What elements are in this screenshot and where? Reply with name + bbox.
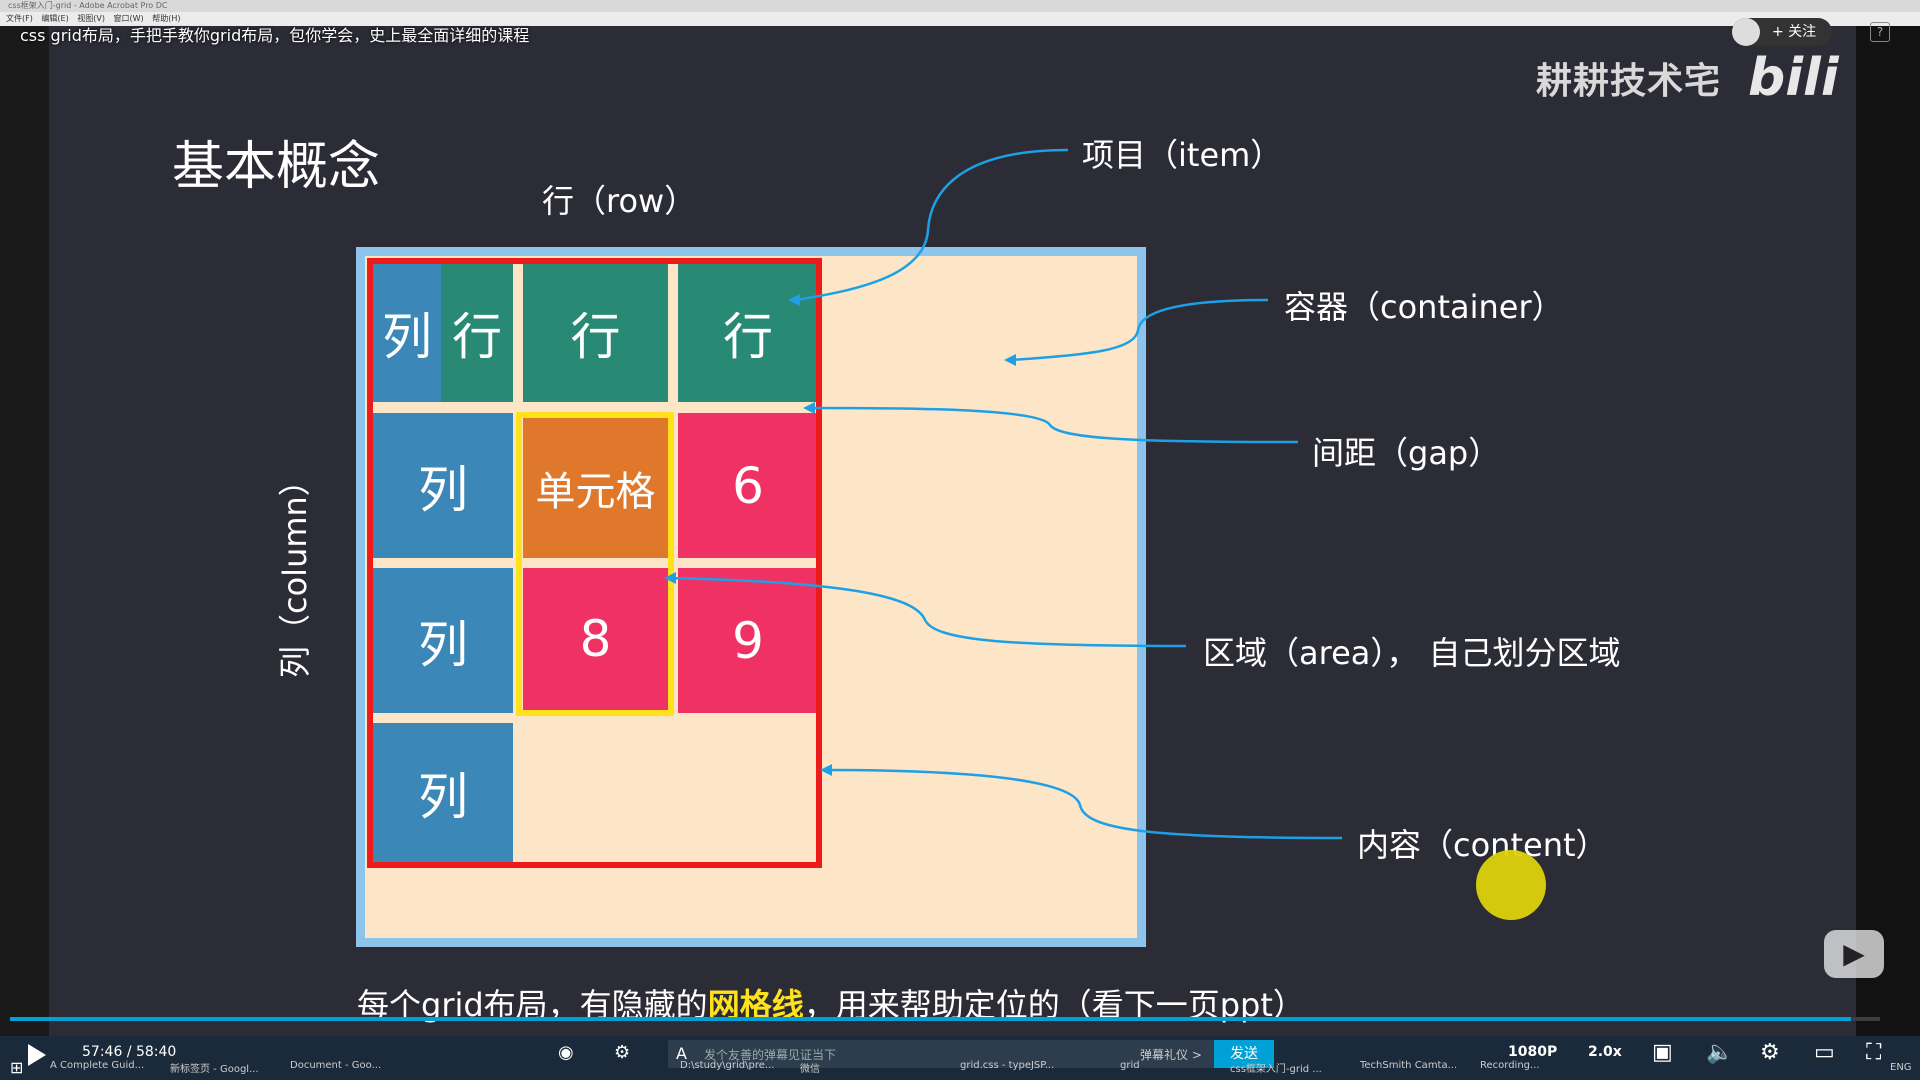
taskbar-item-1[interactable]: A Complete Guid...	[50, 1060, 144, 1071]
taskbar-item-7[interactable]: grid	[1120, 1060, 1140, 1071]
uploader-avatar[interactable]	[1732, 18, 1760, 46]
follow-button[interactable]: + 关注	[1732, 18, 1832, 46]
slide-title: 基本概念	[172, 137, 381, 197]
taskbar-item-8[interactable]: css框架入门-grid ...	[1230, 1060, 1322, 1075]
taskbar-item-3[interactable]: Document - Goo...	[290, 1060, 381, 1071]
taskbar-item-4[interactable]: D:\study\grid\pre...	[680, 1060, 774, 1071]
video-title: css grid布局，手把手教你grid布局，包你学会，史上最全面详细的课程	[20, 26, 530, 45]
callout-container: 容器（container）	[1284, 288, 1564, 326]
danmaku-toggle-icon[interactable]: ◉	[558, 1042, 574, 1063]
subtitle-off-icon[interactable]: ▣	[1652, 1040, 1673, 1065]
volume-icon[interactable]: 🔈	[1706, 1040, 1733, 1065]
taskbar-item-2[interactable]: 新标签页 - Googl...	[170, 1060, 259, 1075]
mouse-cursor-highlight	[1476, 850, 1546, 920]
danmaku-etiquette-link[interactable]: 弹幕礼仪 >	[1140, 1046, 1202, 1063]
windows-start-icon[interactable]: ⊞	[10, 1058, 23, 1077]
callout-gap: 间距（gap）	[1312, 434, 1501, 472]
play-icon[interactable]	[28, 1044, 46, 1066]
progress-bar[interactable]	[10, 1017, 1880, 1021]
settings-gear-icon[interactable]: ⚙	[1760, 1040, 1780, 1065]
taskbar-item-6[interactable]: grid.css - typeJSP...	[960, 1060, 1054, 1071]
window-title: css框架入门-grid - Adobe Acrobat Pro DC	[8, 1, 168, 10]
follow-label: + 关注	[1772, 24, 1817, 40]
window-titlebar: css框架入门-grid - Adobe Acrobat Pro DC	[0, 0, 1920, 12]
input-language[interactable]: ENG	[1890, 1062, 1912, 1073]
callout-item: 项目（item）	[1082, 136, 1283, 174]
replay-icon[interactable]: ▶	[1824, 930, 1884, 978]
left-margin	[0, 26, 49, 1036]
quality-selector[interactable]: 1080P	[1508, 1044, 1557, 1060]
callout-content: 内容（content）	[1357, 826, 1608, 864]
time-display: 57:46 / 58:40	[82, 1044, 176, 1060]
danmaku-settings-icon[interactable]: ⚙	[614, 1042, 630, 1063]
taskbar-item-9[interactable]: TechSmith Camta...	[1360, 1060, 1457, 1071]
duration: 58:40	[135, 1044, 177, 1060]
time-separator: /	[126, 1044, 132, 1060]
taskbar-item-10[interactable]: Recording...	[1480, 1060, 1540, 1071]
callout-area: 区域（area）， 自己划分区域	[1203, 634, 1621, 672]
right-panel	[1856, 26, 1920, 1036]
speed-selector[interactable]: 2.0x	[1588, 1044, 1622, 1060]
column-label: 列（column）	[276, 464, 314, 678]
bilibili-logo: bili	[1748, 48, 1839, 108]
help-icon[interactable]: ?	[1870, 22, 1890, 42]
current-time: 57:46	[82, 1044, 123, 1060]
pip-icon[interactable]: ▭	[1814, 1040, 1835, 1065]
uploader-watermark: 耕耕技术宅	[1536, 61, 1722, 102]
row-label: 行（row）	[542, 182, 697, 220]
grid-area-outline	[516, 412, 674, 716]
progress-fill	[10, 1017, 1852, 1021]
fullscreen-icon[interactable]: ⛶	[1866, 1040, 1881, 1065]
taskbar-item-5[interactable]: 微信	[800, 1060, 820, 1075]
